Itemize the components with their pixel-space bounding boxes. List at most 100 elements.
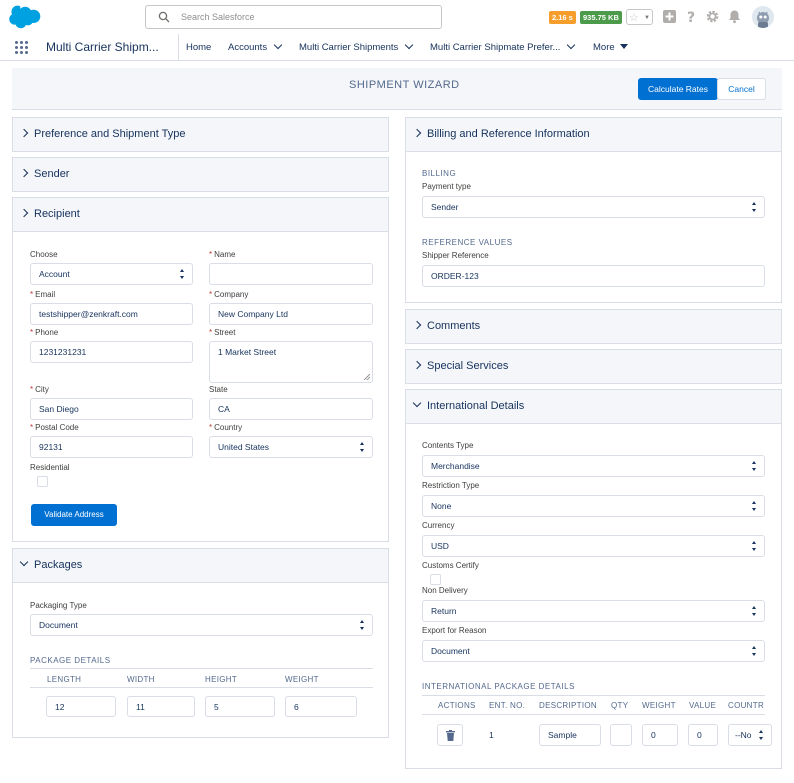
user-avatar-icon bbox=[757, 11, 769, 28]
company-input[interactable]: New Company Ltd bbox=[209, 303, 373, 325]
street-textarea[interactable]: 1 Market Street bbox=[209, 341, 373, 383]
phone-input[interactable]: 1231231231 bbox=[30, 341, 193, 363]
payment-type-select[interactable]: Sender bbox=[422, 196, 765, 218]
item-weight-input[interactable]: 0 bbox=[642, 724, 678, 746]
delete-row-button[interactable] bbox=[437, 724, 463, 746]
contents-type-select[interactable]: Merchandise bbox=[422, 455, 765, 477]
size-badge: 935.75 KB bbox=[580, 11, 622, 24]
chevron-down-icon[interactable] bbox=[273, 40, 283, 50]
gear-icon[interactable] bbox=[705, 9, 720, 24]
section-title: Comments bbox=[427, 320, 481, 332]
packaging-type-select[interactable]: Document bbox=[30, 614, 373, 636]
shipper-reference-label: Shipper Reference bbox=[422, 251, 489, 260]
nav-item-accounts[interactable]: Accounts bbox=[228, 40, 283, 53]
section-title: Special Services bbox=[427, 360, 509, 372]
section-title: Packages bbox=[34, 559, 83, 571]
postal-code-label: * Postal Code bbox=[30, 423, 79, 432]
export-reason-label: Export for Reason bbox=[422, 626, 487, 635]
chevron-down-icon: ▼ bbox=[644, 15, 650, 21]
qty-input[interactable] bbox=[610, 724, 632, 746]
timing-badge: 2.16 s bbox=[549, 11, 576, 24]
weight-input[interactable]: 6 bbox=[285, 696, 357, 717]
wizard-header: SHIPMENT WIZARD Calculate Rates Cancel bbox=[12, 68, 782, 110]
divider bbox=[30, 687, 373, 688]
street-value: 1 Market Street bbox=[218, 347, 277, 357]
section-packages: Packages Packaging Type Document PACKAGE… bbox=[12, 548, 389, 738]
state-input[interactable]: CA bbox=[209, 398, 373, 420]
help-icon[interactable]: ? bbox=[684, 9, 699, 24]
add-icon[interactable] bbox=[662, 9, 677, 24]
customs-certify-checkbox[interactable] bbox=[430, 574, 441, 585]
search-input[interactable]: Search Salesforce bbox=[181, 12, 255, 22]
nav-item-label: Accounts bbox=[228, 42, 268, 53]
nav-item-label: Home bbox=[186, 42, 212, 53]
name-input[interactable] bbox=[209, 263, 373, 285]
section-header-sender[interactable]: Sender bbox=[13, 158, 388, 191]
country-of-origin-select[interactable]: --No bbox=[728, 724, 772, 746]
column-header-length: LENGTH bbox=[47, 675, 82, 684]
postal-code-input[interactable]: 92131 bbox=[30, 436, 193, 458]
description-input[interactable]: Sample bbox=[539, 724, 601, 746]
column-header-value: VALUE bbox=[689, 701, 717, 710]
section-international: International Details Contents Type Merc… bbox=[405, 389, 782, 769]
section-title: Sender bbox=[34, 168, 70, 180]
caret-down-icon bbox=[619, 44, 628, 49]
nav-item-home[interactable]: Home bbox=[186, 42, 211, 53]
app-launcher-icon[interactable] bbox=[15, 41, 29, 55]
global-header: Search Salesforce 2.16 s 935.75 KB ☆ ▼ ? bbox=[0, 0, 794, 34]
restriction-type-select[interactable]: None bbox=[422, 495, 765, 517]
section-header-comments[interactable]: Comments bbox=[406, 310, 781, 343]
column-header-width: WIDTH bbox=[127, 675, 155, 684]
page-title: SHIPMENT WIZARD bbox=[349, 79, 460, 91]
app-name: Multi Carrier Shipm... bbox=[46, 40, 159, 54]
svg-text:?: ? bbox=[687, 10, 695, 24]
country-select[interactable]: United States bbox=[209, 436, 373, 458]
favorites-button[interactable]: ☆ ▼ bbox=[626, 9, 653, 25]
section-billing: Billing and Reference Information BILLIN… bbox=[405, 117, 782, 303]
item-value-input[interactable]: 0 bbox=[688, 724, 718, 746]
email-field[interactable]: testshipper@zenkraft.com bbox=[30, 303, 193, 325]
validate-address-button[interactable]: Validate Address bbox=[31, 504, 117, 526]
section-header-billing[interactable]: Billing and Reference Information bbox=[406, 118, 781, 152]
chevron-down-icon[interactable] bbox=[405, 40, 414, 50]
payment-type-label: Payment type bbox=[422, 182, 471, 191]
chevron-right-icon bbox=[19, 208, 29, 218]
export-reason-select[interactable]: Document bbox=[422, 640, 765, 662]
chevron-right-icon bbox=[412, 320, 422, 330]
shipper-reference-input[interactable]: ORDER-123 bbox=[422, 265, 765, 287]
billing-heading: BILLING bbox=[422, 169, 457, 178]
chevron-down-icon[interactable] bbox=[567, 40, 576, 50]
section-header-preference[interactable]: Preference and Shipment Type bbox=[13, 118, 388, 151]
cancel-button[interactable]: Cancel bbox=[717, 78, 766, 100]
non-delivery-select[interactable]: Return bbox=[422, 600, 765, 622]
resize-handle-icon[interactable] bbox=[364, 374, 370, 380]
section-header-special-services[interactable]: Special Services bbox=[406, 350, 781, 383]
section-header-recipient[interactable]: Recipient bbox=[13, 198, 388, 232]
calculate-rates-button[interactable]: Calculate Rates bbox=[638, 78, 718, 100]
currency-label: Currency bbox=[422, 521, 455, 530]
section-header-international[interactable]: International Details bbox=[406, 390, 781, 424]
bell-icon[interactable] bbox=[727, 9, 742, 24]
currency-select[interactable]: USD bbox=[422, 535, 765, 557]
nav-item-shipmate-preferences[interactable]: Multi Carrier Shipmate Prefer... bbox=[430, 40, 576, 53]
chevron-down-icon bbox=[412, 398, 422, 408]
length-input[interactable]: 12 bbox=[46, 696, 116, 717]
city-input[interactable]: San Diego bbox=[30, 398, 193, 420]
column-header-height: HEIGHT bbox=[205, 675, 238, 684]
chevron-right-icon bbox=[19, 168, 29, 178]
nav-item-more[interactable]: More bbox=[593, 42, 628, 53]
residential-checkbox[interactable] bbox=[37, 476, 48, 487]
email-label: * Email bbox=[30, 290, 56, 299]
search-box[interactable]: Search Salesforce bbox=[145, 5, 442, 29]
height-input[interactable]: 5 bbox=[205, 696, 275, 717]
section-title: International Details bbox=[427, 400, 525, 412]
width-input[interactable]: 11 bbox=[127, 696, 195, 717]
salesforce-logo-icon[interactable] bbox=[8, 4, 42, 29]
section-title: Billing and Reference Information bbox=[427, 128, 590, 140]
section-header-packages[interactable]: Packages bbox=[13, 549, 388, 583]
nav-item-shipments[interactable]: Multi Carrier Shipments bbox=[299, 40, 414, 53]
column-header-weight: WEIGHT bbox=[285, 675, 319, 684]
avatar[interactable] bbox=[752, 6, 774, 28]
choose-select[interactable]: Account bbox=[30, 263, 193, 285]
chevron-right-icon bbox=[412, 360, 422, 370]
